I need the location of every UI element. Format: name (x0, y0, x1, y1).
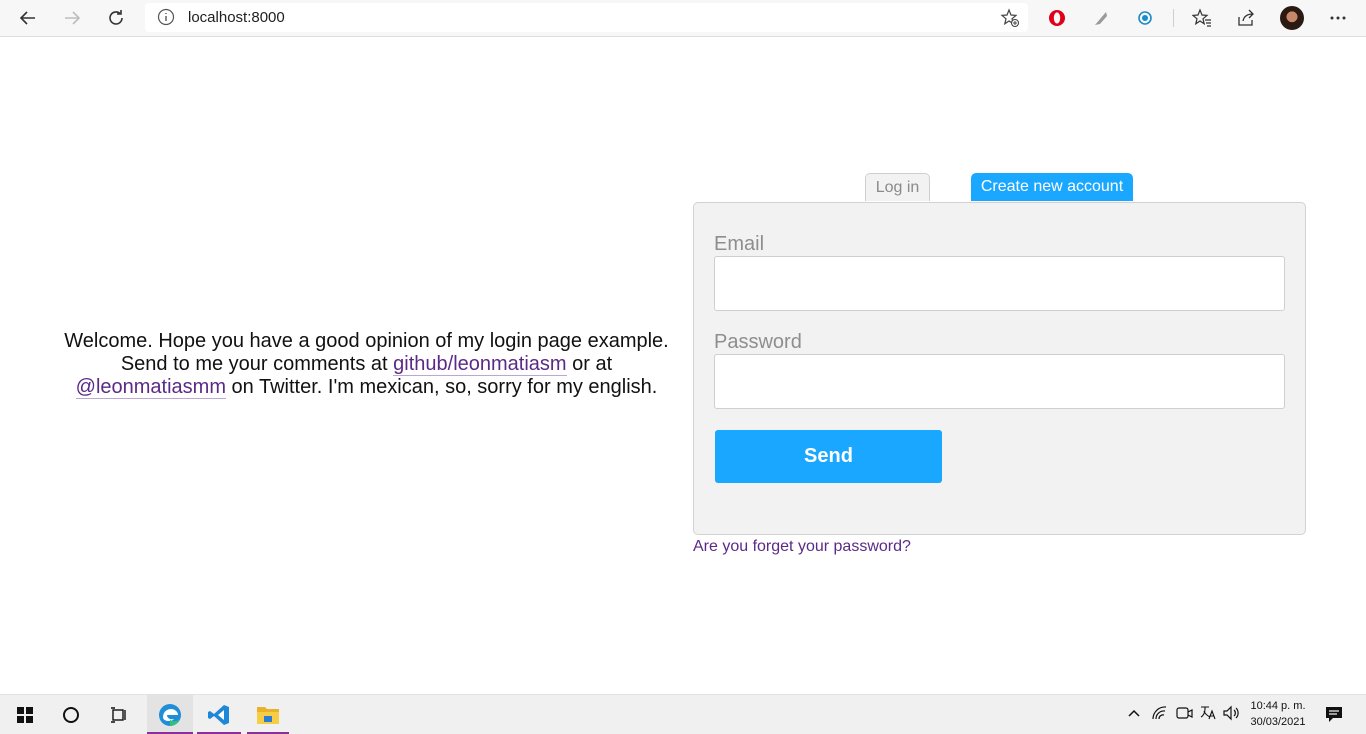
welcome-line-2-suffix: or at (566, 353, 613, 375)
welcome-line-3: @leonmatiasmm on Twitter. I'm mexican, s… (50, 376, 683, 399)
search-button[interactable] (50, 695, 92, 734)
record-icon (1138, 11, 1152, 25)
password-label: Password (714, 331, 802, 353)
profile-avatar[interactable] (1280, 6, 1304, 30)
start-button[interactable] (4, 695, 46, 734)
info-icon[interactable] (157, 8, 175, 26)
email-field[interactable] (714, 256, 1285, 311)
email-label: Email (714, 233, 765, 255)
vscode-icon (208, 704, 229, 725)
welcome-line-2-prefix: Send to me your comments at (120, 353, 394, 375)
forward-button[interactable] (57, 3, 87, 33)
folder-icon (257, 706, 279, 724)
add-favorite-icon[interactable] (1000, 8, 1020, 28)
github-link[interactable]: github/leonmatiasm (393, 353, 567, 376)
opera-extension-button[interactable] (1042, 3, 1072, 33)
chevron-up-icon[interactable] (1127, 704, 1141, 722)
opera-icon (1049, 10, 1065, 26)
favorites-icon (1192, 8, 1211, 27)
welcome-line-1: Welcome. Hope you have a good opinion of… (64, 330, 669, 352)
back-button[interactable] (13, 3, 43, 33)
edge-icon (159, 703, 181, 726)
record-extension-button[interactable] (1130, 3, 1160, 33)
vscode-taskbar-button[interactable] (197, 695, 241, 734)
toolbar-divider (1173, 9, 1174, 27)
wifi-icon[interactable] (1151, 704, 1169, 722)
file-explorer-taskbar-button[interactable] (247, 695, 289, 734)
clock[interactable]: 10:44 p. m. 30/03/2021 (1243, 698, 1313, 730)
address-bar[interactable]: localhost:8000 (145, 3, 1028, 32)
language-icon[interactable] (1199, 704, 1217, 722)
meet-now-icon[interactable] (1175, 704, 1193, 722)
task-view-icon (111, 706, 126, 723)
clock-time: 10:44 p. m. (1250, 700, 1306, 712)
back-arrow-icon (19, 11, 35, 25)
windows-logo-icon (17, 706, 33, 723)
tab-create-account[interactable]: Create new account (971, 173, 1133, 201)
refresh-icon (109, 10, 123, 25)
url-text[interactable]: localhost:8000 (188, 9, 285, 26)
forgot-password-link[interactable]: Are you forget your password? (693, 538, 911, 556)
send-button[interactable]: Send (715, 430, 942, 483)
browser-toolbar: localhost:8000 (0, 0, 1366, 37)
welcome-line-3-suffix: on Twitter. I'm mexican, so, sorry for m… (225, 376, 658, 398)
volume-icon[interactable] (1222, 704, 1240, 722)
refresh-button[interactable] (101, 3, 131, 33)
password-field[interactable] (714, 354, 1285, 409)
twitter-link[interactable]: @leonmatiasmm (75, 376, 226, 399)
cortana-circle-icon (63, 706, 79, 723)
forward-arrow-icon (65, 11, 81, 25)
more-menu-button[interactable] (1323, 3, 1353, 33)
more-dots-icon (1330, 16, 1346, 20)
favorites-button[interactable] (1187, 3, 1217, 33)
share-button[interactable] (1231, 3, 1261, 33)
notifications-icon[interactable] (1324, 704, 1344, 724)
edge-taskbar-button[interactable] (147, 695, 193, 734)
welcome-line-2: Send to me your comments at github/leonm… (50, 353, 683, 376)
task-view-button[interactable] (98, 695, 140, 734)
windows-taskbar: 10:44 p. m. 30/03/2021 (0, 694, 1366, 734)
clock-date: 30/03/2021 (1250, 716, 1306, 728)
tab-login[interactable]: Log in (865, 173, 930, 201)
login-form: Email Password Send (693, 202, 1306, 535)
pen-extension-button[interactable] (1086, 3, 1116, 33)
feather-icon (1095, 12, 1107, 25)
welcome-text: Welcome. Hope you have a good opinion of… (50, 330, 683, 399)
share-icon (1238, 9, 1254, 26)
